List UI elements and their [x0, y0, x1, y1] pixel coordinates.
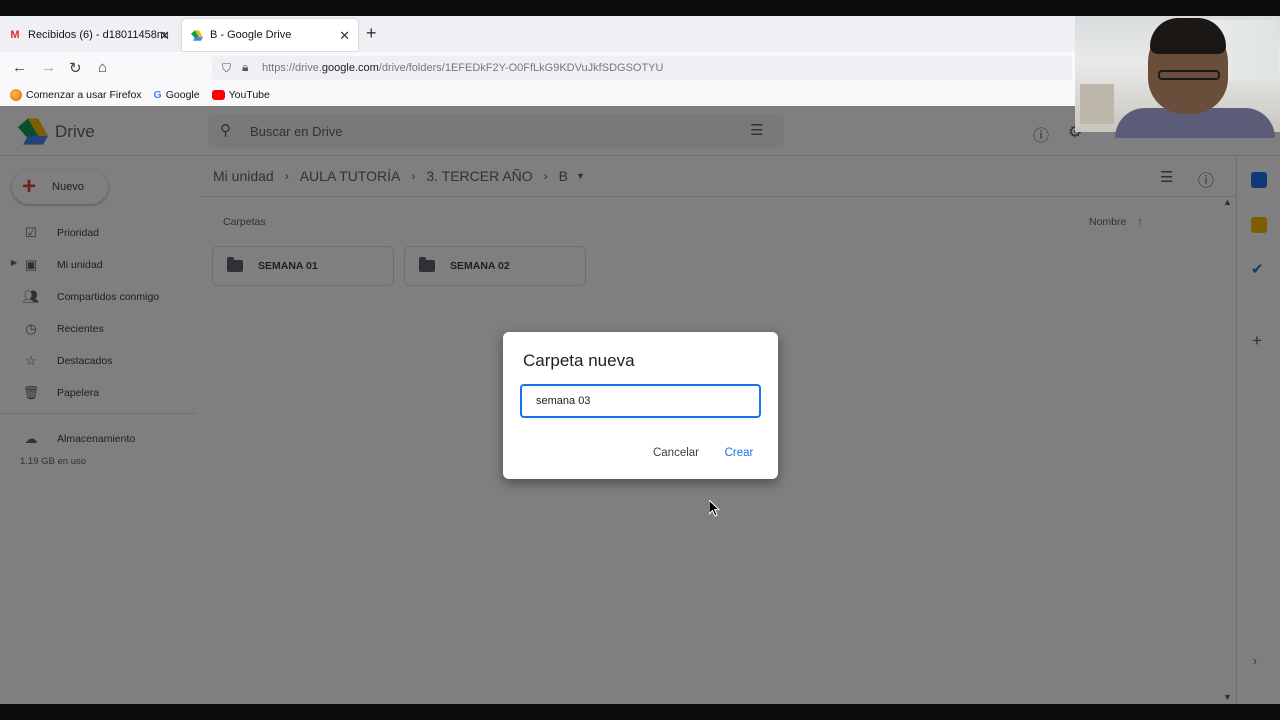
webcam-background — [1080, 84, 1114, 124]
screen: M Recibidos (6) - d18011458m@a ✕ B - Goo… — [0, 0, 1280, 720]
webcam-person — [1158, 70, 1220, 80]
bookmark-google[interactable]: G Google — [154, 89, 200, 101]
back-icon[interactable]: ← — [12, 59, 27, 76]
drive-icon — [190, 28, 204, 42]
youtube-icon — [211, 90, 225, 100]
new-tab-icon[interactable]: + — [366, 23, 377, 44]
bookmark-firefox[interactable]: Comenzar a usar Firefox — [10, 89, 142, 101]
tab-gmail[interactable]: M Recibidos (6) - d18011458m@a ✕ — [0, 19, 178, 51]
shield-icon[interactable]: ⛉ — [222, 61, 231, 76]
url-bar[interactable]: ⛉ 🔒︎ https://drive. google.com/drive/fold… — [212, 56, 1072, 80]
forward-icon[interactable]: → — [41, 59, 56, 76]
url-domain: google.com — [321, 62, 379, 74]
cancel-button[interactable]: Cancelar — [645, 444, 707, 462]
home-icon[interactable]: ⌂ — [98, 59, 107, 76]
mouse-cursor-icon — [708, 498, 721, 522]
dialog-title: Carpeta nueva — [523, 351, 635, 370]
tab-label: B - Google Drive — [210, 29, 292, 41]
bookmark-label: Google — [165, 89, 200, 101]
top-black-bar — [0, 0, 1280, 16]
create-button[interactable]: Crear — [719, 444, 759, 462]
tab-drive[interactable]: B - Google Drive ✕ — [182, 19, 358, 51]
close-tab-icon[interactable]: ✕ — [159, 28, 170, 44]
url-prefix: https://drive. — [262, 62, 322, 74]
close-tab-icon[interactable]: ✕ — [339, 28, 350, 44]
gmail-icon: M — [10, 29, 20, 41]
folder-name-input[interactable] — [520, 384, 761, 418]
bookmark-label: YouTube — [228, 89, 270, 101]
lock-icon[interactable]: 🔒︎ — [242, 60, 248, 75]
reload-icon[interactable]: ↻ — [69, 59, 82, 77]
bookmark-youtube[interactable]: YouTube — [211, 89, 270, 101]
bottom-black-bar — [0, 704, 1280, 720]
google-icon: G — [153, 89, 162, 101]
firefox-icon — [10, 89, 22, 101]
tab-label: Recibidos (6) - d18011458m@a — [28, 29, 168, 41]
bookmark-label: Comenzar a usar Firefox — [26, 89, 142, 101]
webcam-person — [1150, 18, 1226, 54]
url-path: /drive/folders/1EFEDkF2Y-O0FfLkG9KDVuJkf… — [378, 62, 664, 74]
